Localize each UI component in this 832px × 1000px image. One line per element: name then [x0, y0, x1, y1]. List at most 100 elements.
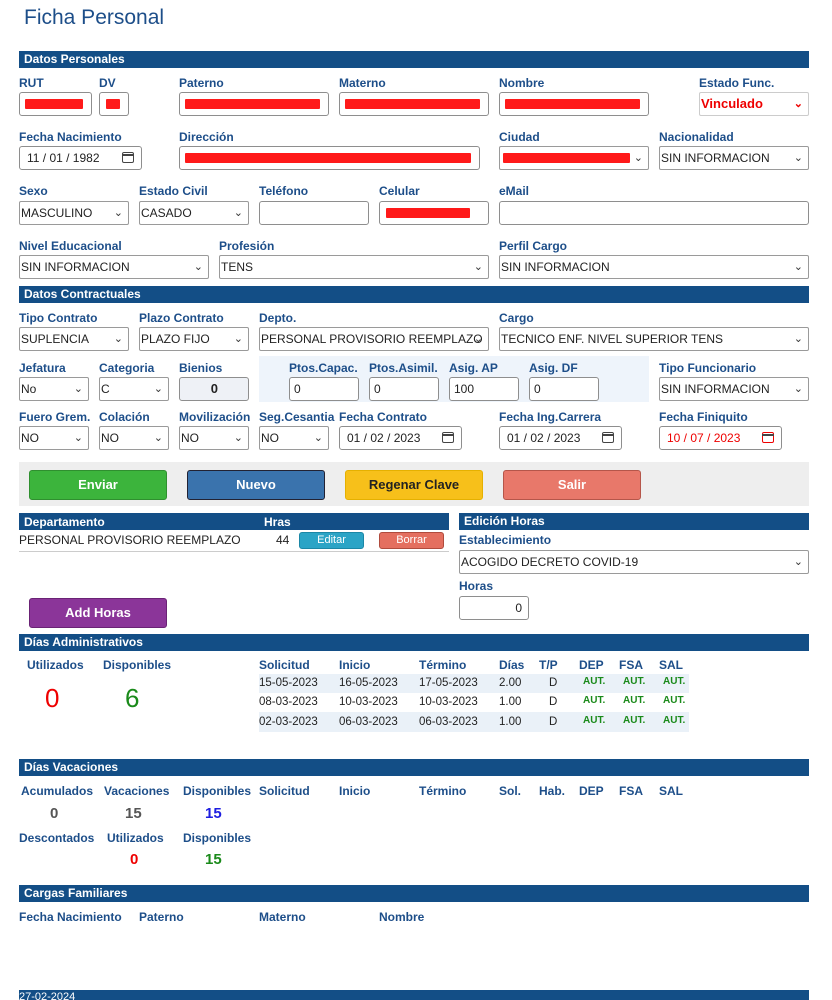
establecimiento-value: ACOGIDO DECRETO COVID-19: [461, 555, 639, 569]
calendar-icon[interactable]: [122, 152, 134, 163]
calendar-icon[interactable]: [442, 432, 454, 443]
horas-input[interactable]: 0: [459, 596, 529, 620]
cesantia-select[interactable]: NO ⌄: [259, 426, 329, 450]
jefatura-select[interactable]: No ⌄: [19, 377, 89, 401]
bienios-input[interactable]: 0: [179, 377, 249, 401]
calendar-icon[interactable]: [762, 432, 774, 443]
asimil-input[interactable]: 0: [369, 377, 439, 401]
admin-col-termino: Término: [419, 658, 467, 672]
fuero-label: Fuero Grem.: [19, 410, 91, 424]
vac-col-sal: SAL: [659, 784, 683, 798]
col-departamento: Departamento: [24, 515, 105, 529]
cargo-label: Cargo: [499, 311, 534, 325]
fecha-contrato-input[interactable]: 01 / 02 / 2023: [339, 426, 462, 450]
perfil-select[interactable]: SIN INFORMACION ⌄: [499, 255, 809, 279]
materno-input[interactable]: [339, 92, 489, 116]
profesion-value: TENS: [221, 260, 254, 274]
asig-ap-input[interactable]: 100: [449, 377, 519, 401]
salir-button[interactable]: Salir: [503, 470, 641, 500]
tipo-contrato-select[interactable]: SUPLENCIA ⌄: [19, 327, 129, 351]
civil-select[interactable]: CASADO ⌄: [139, 201, 249, 225]
sexo-select[interactable]: MASCULINO ⌄: [19, 201, 129, 225]
fecha-carrera-label: Fecha Ing.Carrera: [499, 410, 602, 424]
admin-col-fsa: FSA: [619, 658, 643, 672]
nuevo-button[interactable]: Nuevo: [187, 470, 325, 500]
cargas-col-materno: Materno: [259, 910, 306, 924]
tipo-funcionario-select[interactable]: SIN INFORMACION ⌄: [659, 377, 809, 401]
admin-r2-dep: AUT.: [583, 715, 606, 726]
profesion-label: Profesión: [219, 239, 275, 253]
direccion-label: Dirección: [179, 130, 234, 144]
ciudad-label: Ciudad: [499, 130, 540, 144]
admin-col-inicio: Inicio: [339, 658, 371, 672]
movilizacion-select[interactable]: NO ⌄: [179, 426, 249, 450]
editar-button[interactable]: Editar: [299, 532, 364, 549]
nombre-input[interactable]: [499, 92, 649, 116]
asig-df-input[interactable]: 0: [529, 377, 599, 401]
enviar-button[interactable]: Enviar: [29, 470, 167, 500]
establecimiento-label: Establecimiento: [459, 533, 552, 547]
capac-input[interactable]: 0: [289, 377, 359, 401]
footer-date: 27-02-2024: [19, 991, 76, 1000]
ciudad-select[interactable]: ⌄: [499, 146, 649, 170]
chevron-down-icon: ⌄: [793, 98, 803, 110]
celular-input[interactable]: [379, 201, 489, 225]
col-hras: Hras: [264, 515, 291, 529]
rut-label: RUT: [19, 76, 44, 90]
jefatura-label: Jefatura: [19, 361, 66, 375]
email-input[interactable]: [499, 201, 809, 225]
fuero-select[interactable]: NO ⌄: [19, 426, 89, 450]
chevron-down-icon: ⌄: [73, 432, 83, 444]
categoria-label: Categoria: [99, 361, 155, 375]
vac-col-sol: Sol.: [499, 784, 522, 798]
vac-disponibles-label: Disponibles: [183, 784, 252, 798]
add-horas-button[interactable]: Add Horas: [29, 598, 167, 628]
admin-r2-dias: 1.00: [499, 716, 522, 728]
estado-select[interactable]: Vinculado ⌄: [699, 92, 809, 116]
nacionalidad-select[interactable]: SIN INFORMACION ⌄: [659, 146, 809, 170]
perfil-value: SIN INFORMACION: [501, 260, 610, 274]
admin-r0-fsa: AUT.: [623, 676, 646, 687]
admin-r1-sal: AUT.: [663, 695, 686, 706]
vac-utilizados-label: Utilizados: [107, 831, 164, 845]
admin-r0-solicitud: 15-05-2023: [259, 677, 318, 689]
depto-value: PERSONAL PROVISORIO REEMPLAZO: [261, 332, 483, 346]
admin-r0-inicio: 16-05-2023: [339, 677, 398, 689]
telefono-input[interactable]: [259, 201, 369, 225]
materno-label: Materno: [339, 76, 386, 90]
regenerar-clave-button[interactable]: Regenar Clave: [345, 470, 483, 500]
cargo-select[interactable]: TECNICO ENF. NIVEL SUPERIOR TENS ⌄: [499, 327, 809, 351]
fecha-finiquito-input[interactable]: 10 / 07 / 2023: [659, 426, 782, 450]
paterno-input[interactable]: [179, 92, 329, 116]
rut-input[interactable]: [19, 92, 92, 116]
colacion-value: NO: [101, 431, 119, 445]
depto-select[interactable]: PERSONAL PROVISORIO REEMPLAZO ⌄: [259, 327, 489, 351]
borrar-button[interactable]: Borrar: [379, 532, 444, 549]
section-dias-administrativos: Días Administrativos: [19, 634, 809, 651]
establecimiento-select[interactable]: ACOGIDO DECRETO COVID-19 ⌄: [459, 550, 809, 574]
dept-row-hras: 44: [276, 533, 290, 547]
cesantia-label: Seg.Cesantia: [259, 410, 335, 424]
divider: [19, 551, 449, 552]
calendar-icon[interactable]: [602, 432, 614, 443]
nacionalidad-label: Nacionalidad: [659, 130, 734, 144]
sexo-label: Sexo: [19, 184, 48, 198]
nivel-select[interactable]: SIN INFORMACION ⌄: [19, 255, 209, 279]
admin-r0-dep: AUT.: [583, 676, 606, 687]
plazo-select[interactable]: PLAZO FIJO ⌄: [139, 327, 249, 351]
categoria-select[interactable]: C ⌄: [99, 377, 169, 401]
admin-r0-sal: AUT.: [663, 676, 686, 687]
tipo-contrato-label: Tipo Contrato: [19, 311, 98, 325]
fecha-finiquito-label: Fecha Finiquito: [659, 410, 748, 424]
fnac-value: 11 / 01 / 1982: [27, 151, 100, 165]
fnac-date-input[interactable]: 11 / 01 / 1982: [19, 146, 142, 170]
direccion-input[interactable]: [179, 146, 480, 170]
profesion-select[interactable]: TENS ⌄: [219, 255, 489, 279]
fecha-carrera-value: 01 / 02 / 2023: [507, 431, 581, 445]
colacion-select[interactable]: NO ⌄: [99, 426, 169, 450]
chevron-down-icon: ⌄: [793, 152, 803, 164]
dv-input[interactable]: [99, 92, 129, 116]
fecha-carrera-input[interactable]: 01 / 02 / 2023: [499, 426, 622, 450]
paterno-label: Paterno: [179, 76, 224, 90]
admin-col-sal: SAL: [659, 658, 683, 672]
